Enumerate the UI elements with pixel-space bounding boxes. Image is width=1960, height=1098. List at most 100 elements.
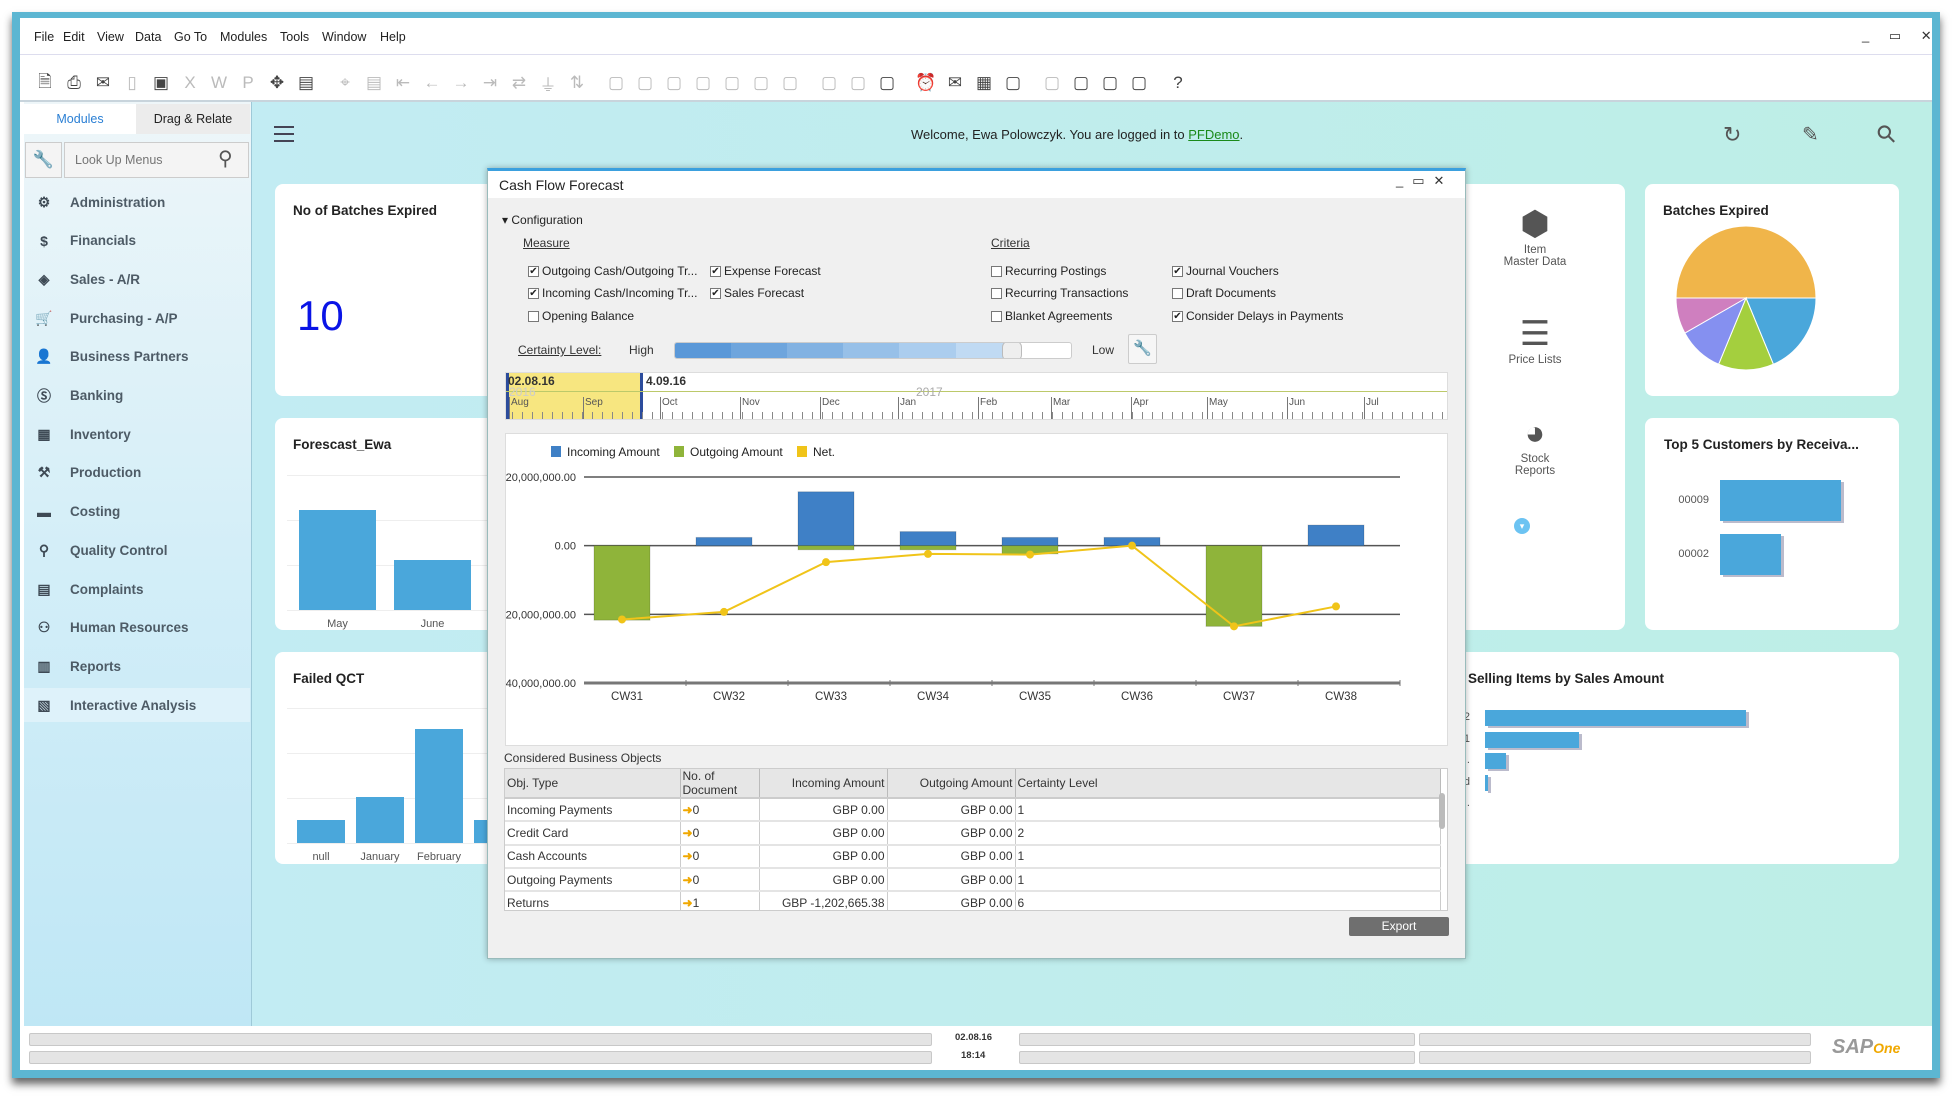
previous-record-icon[interactable]: ← [421, 72, 443, 94]
card-forecast[interactable]: Forescast_Ewa May June [275, 418, 505, 630]
excel-icon[interactable]: X [179, 72, 201, 94]
link-arrow-icon[interactable]: ➜ [683, 896, 693, 910]
gross-profit-icon[interactable]: ▢ [663, 72, 685, 94]
fax-icon[interactable]: ▣ [150, 72, 172, 94]
base-document-icon[interactable]: ▢ [605, 72, 627, 94]
checkbox-box[interactable] [991, 265, 1002, 277]
sidebar-item-quality-control[interactable]: ⚲ Quality Control [24, 533, 250, 567]
layout-designer-icon[interactable]: ▢ [876, 72, 898, 94]
filter-icon[interactable]: ⏚ [537, 72, 559, 95]
sidebar-item-interactive-analysis[interactable]: ▧ Interactive Analysis [24, 688, 250, 723]
volume-weight-icon[interactable]: ▢ [721, 72, 743, 94]
certainty-settings-button[interactable]: 🔧 [1128, 334, 1157, 364]
net-point[interactable] [618, 615, 626, 624]
bar[interactable] [1720, 534, 1781, 575]
bar-outgoing-amount[interactable] [797, 545, 855, 551]
dashboard-icon[interactable]: ▢ [1099, 72, 1121, 94]
table-cell[interactable]: ➜0 [680, 821, 760, 846]
add-icon[interactable]: ▤ [363, 72, 385, 94]
column-header[interactable]: Certainty Level [1015, 769, 1441, 799]
refresh-icon[interactable]: ↻ [1723, 122, 1741, 148]
sidebar-item-banking[interactable]: Ⓢ Banking [24, 379, 250, 413]
shortcut-price-list[interactable]: ☰ Price Lists [1460, 314, 1610, 366]
checkbox-box[interactable]: ✔ [528, 265, 539, 277]
sidebar-item-sales-a-r[interactable]: ◈ Sales - A/R [24, 262, 250, 296]
bar-outgoing-amount[interactable] [1205, 545, 1263, 627]
checkbox-sales-forecast[interactable]: ✔ Sales Forecast [710, 286, 804, 300]
checkbox-outgoing-cash-outgoing-tr-[interactable]: ✔ Outgoing Cash/Outgoing Tr... [528, 264, 697, 278]
checkbox-blanket-agreements[interactable]: Blanket Agreements [991, 309, 1112, 323]
wrench-icon[interactable]: 🔧 [25, 142, 62, 178]
menu-file[interactable]: File [34, 30, 54, 44]
card-batches-count[interactable]: No of Batches Expired 10 [275, 184, 505, 396]
checkbox-draft-documents[interactable]: Draft Documents [1172, 286, 1276, 300]
net-point[interactable] [1128, 541, 1136, 550]
bar[interactable] [415, 729, 463, 843]
last-record-icon[interactable]: ⇥ [479, 72, 501, 94]
checkbox-box[interactable]: ✔ [710, 287, 721, 299]
menu-view[interactable]: View [97, 30, 124, 44]
window-controls[interactable]: _ ▭ ✕ [1862, 28, 1940, 44]
next-record-icon[interactable]: → [450, 72, 472, 94]
table-cell[interactable]: ➜0 [680, 867, 760, 893]
target-document-icon[interactable]: ▢ [634, 72, 656, 94]
move-icon[interactable]: ✥ [266, 72, 288, 94]
refresh-record-icon[interactable]: ⇄ [508, 72, 530, 94]
table-row[interactable]: Incoming Payments ➜0 GBP 0.00 GBP 0.00 1 [505, 798, 1441, 823]
column-header[interactable]: Outgoing Amount [887, 769, 1016, 799]
column-header[interactable]: Obj. Type [505, 769, 681, 799]
bar[interactable] [356, 797, 404, 843]
payment-means-icon[interactable]: ▢ [692, 72, 714, 94]
checkbox-box[interactable] [991, 310, 1002, 322]
tab-modules[interactable]: Modules [24, 104, 136, 134]
menu-edit[interactable]: Edit [63, 30, 85, 44]
bar-incoming-amount[interactable] [797, 491, 855, 547]
bar-outgoing-amount[interactable] [899, 545, 957, 551]
bar-incoming-amount[interactable] [1307, 524, 1365, 547]
menu-tools[interactable]: Tools [280, 30, 309, 44]
bar-outgoing-amount[interactable] [593, 545, 651, 621]
pdf-icon[interactable]: P [237, 72, 259, 94]
card-top5-customers[interactable]: Top 5 Customers by Receiva... 00009 00002 [1645, 418, 1899, 630]
checkbox-recurring-transactions[interactable]: Recurring Transactions [991, 286, 1128, 300]
pie-slice[interactable] [1675, 225, 1817, 299]
table-row[interactable]: Returns ➜1 GBP -1,202,665.38 GBP 0.00 6 [505, 891, 1441, 910]
bar[interactable] [1720, 480, 1841, 521]
bar[interactable] [1485, 774, 1488, 791]
table-scrollbar[interactable] [1439, 793, 1445, 829]
bar[interactable] [1485, 753, 1506, 769]
alerts-icon[interactable]: ⏰ [915, 72, 937, 94]
bar-incoming-amount[interactable] [695, 536, 753, 547]
timeline-range-selector[interactable]: 02.08.16 4.09.16 2016 2017 Aug Sep Oct Nov Dec Ja… [505, 372, 1448, 420]
checkbox-journal-vouchers[interactable]: ✔ Journal Vouchers [1172, 264, 1279, 278]
net-point[interactable] [1230, 622, 1238, 631]
slider-thumb[interactable] [1001, 343, 1022, 358]
widgets-icon[interactable]: ▢ [1070, 72, 1092, 94]
table-cell[interactable]: ➜0 [680, 798, 760, 823]
checkbox-box[interactable]: ✔ [528, 287, 539, 299]
trans-journal-icon[interactable]: ▢ [779, 72, 801, 94]
link-arrow-icon[interactable]: ➜ [683, 873, 693, 887]
column-header[interactable]: No. of Document [680, 769, 760, 799]
sidebar-item-administration[interactable]: ⚙ Administration [24, 185, 250, 219]
menu-modules[interactable]: Modules [220, 30, 267, 44]
menu-window[interactable]: Window [322, 30, 366, 44]
sidebar-item-reports[interactable]: ▥ Reports [24, 649, 250, 683]
table-cell[interactable]: ➜1 [680, 891, 760, 910]
checkbox-box[interactable]: ✔ [1172, 310, 1183, 322]
net-point[interactable] [1026, 550, 1034, 559]
sidebar-item-production[interactable]: ⚒ Production [24, 456, 250, 490]
card-selling-items[interactable]: Selling Items by Sales Amount 0201-...od… [1440, 652, 1899, 864]
net-point[interactable] [822, 558, 830, 567]
sort-icon[interactable]: ⇅ [566, 72, 588, 94]
search-icon[interactable]: ⚲ [218, 146, 233, 171]
drag-relate-icon[interactable]: ▢ [1128, 72, 1150, 94]
checkbox-box[interactable]: ✔ [1172, 265, 1183, 277]
preview-icon[interactable]: 🗎 [34, 72, 56, 94]
net-point[interactable] [1332, 602, 1340, 611]
hamburger-menu-icon[interactable] [274, 126, 294, 142]
checkbox-consider-delays-in-payments[interactable]: ✔ Consider Delays in Payments [1172, 309, 1343, 323]
checkbox-incoming-cash-incoming-tr-[interactable]: ✔ Incoming Cash/Incoming Tr... [528, 286, 697, 300]
checkbox-box[interactable] [991, 287, 1002, 299]
edit-icon[interactable]: ▢ [818, 72, 840, 94]
